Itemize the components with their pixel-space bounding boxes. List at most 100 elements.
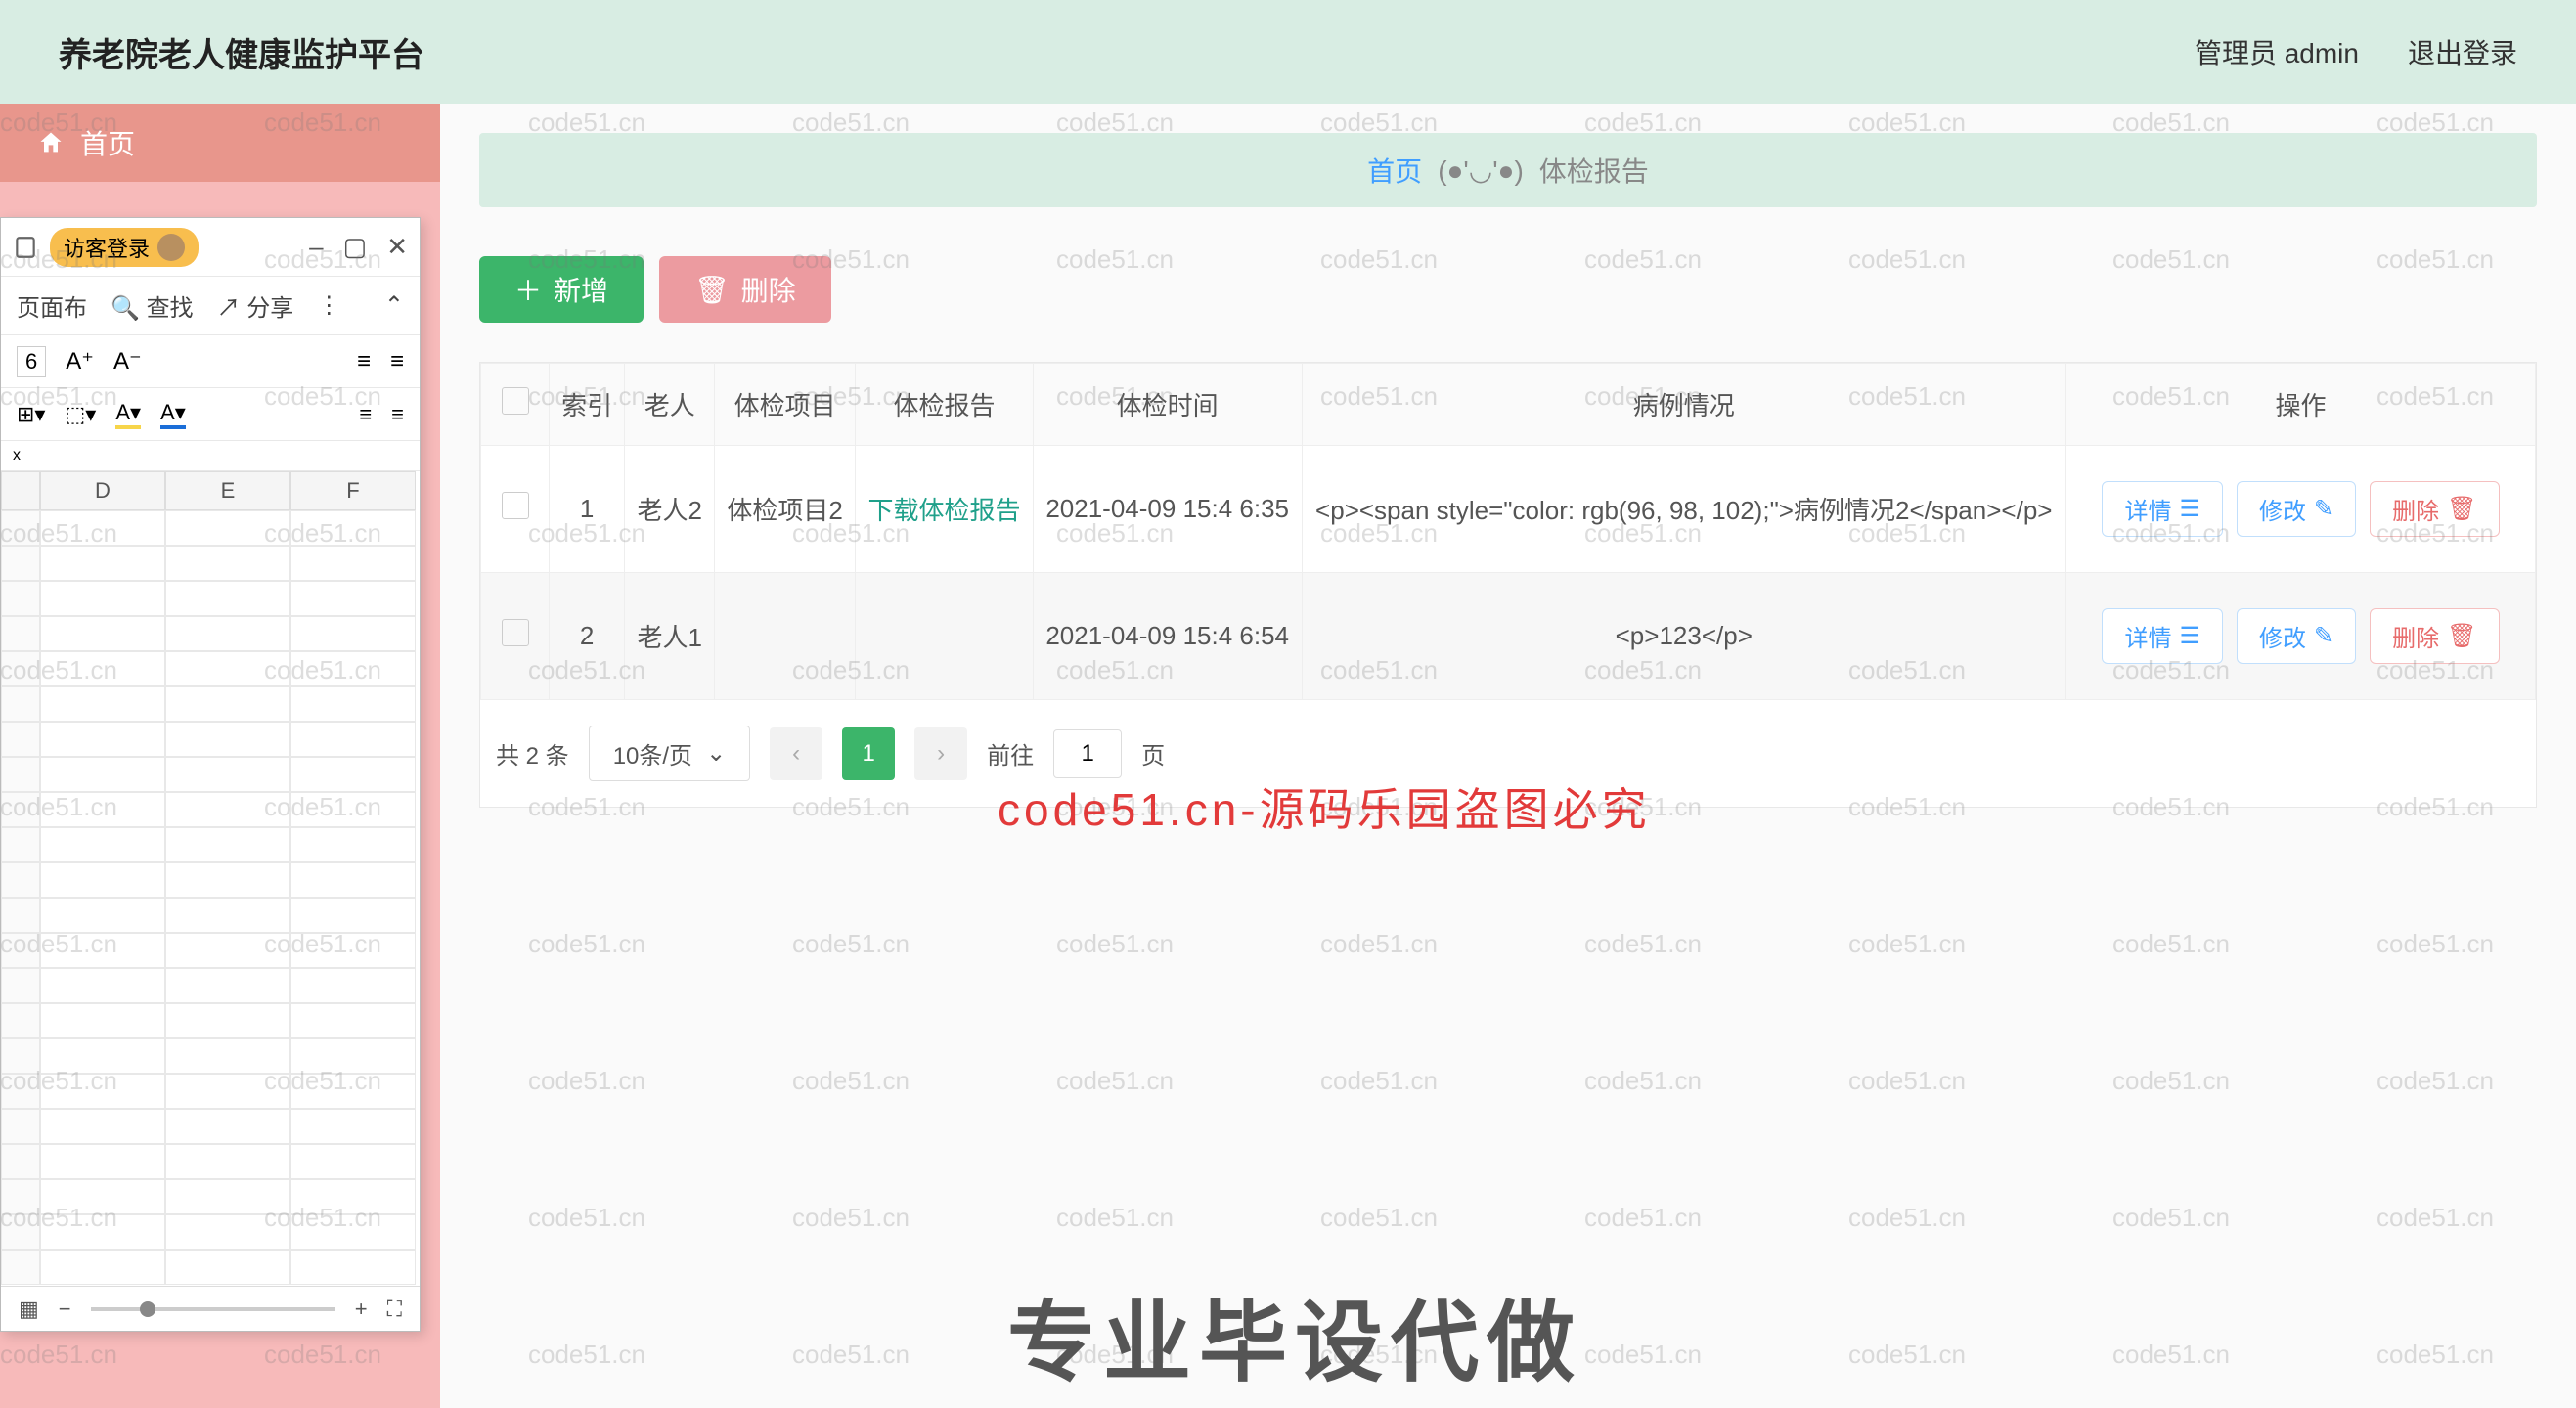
row-header[interactable] [1, 1109, 40, 1144]
detail-button[interactable]: 详情 ☰ [2102, 481, 2223, 537]
sheet-cell[interactable] [40, 1144, 165, 1179]
next-page-button[interactable]: › [914, 727, 967, 780]
row-header[interactable] [1, 651, 40, 686]
sheet-cell[interactable] [290, 1038, 416, 1074]
sheet-cell[interactable] [40, 933, 165, 968]
row-header[interactable] [1, 686, 40, 722]
sheet-cell[interactable] [165, 722, 290, 757]
sheet-cell[interactable] [290, 1074, 416, 1109]
col-header[interactable]: F [290, 471, 416, 510]
sheet-cell[interactable] [40, 898, 165, 933]
close-icon[interactable]: ✕ [386, 232, 408, 262]
sheet-cell[interactable] [165, 1038, 290, 1074]
sheet-cell[interactable] [165, 546, 290, 581]
sheet-cell[interactable] [40, 757, 165, 792]
sheet-cell[interactable] [165, 757, 290, 792]
sheet-cell[interactable] [40, 686, 165, 722]
sheet-cell[interactable] [290, 686, 416, 722]
cell-report[interactable] [856, 573, 1034, 700]
sheet-cell[interactable] [290, 827, 416, 862]
sheet-cell[interactable] [290, 1250, 416, 1285]
minimize-icon[interactable]: – [309, 232, 323, 262]
sheet-cell[interactable] [290, 1179, 416, 1214]
row-header[interactable] [1, 510, 40, 546]
row-header[interactable] [1, 546, 40, 581]
sheet-cell[interactable] [40, 616, 165, 651]
guest-badge[interactable]: 访客登录 [50, 228, 199, 267]
sheet-cell[interactable] [40, 862, 165, 898]
add-button[interactable]: ＋ 新增 [479, 256, 644, 323]
sheet-corner[interactable] [1, 471, 40, 510]
sheet-cell[interactable] [40, 581, 165, 616]
sidebar-item-home[interactable]: 首页 [0, 104, 440, 182]
sheet-cell[interactable] [290, 722, 416, 757]
sheet-cell[interactable] [40, 827, 165, 862]
zoom-out-icon[interactable]: − [59, 1297, 71, 1322]
breadcrumb-home[interactable]: 首页 [1367, 151, 1422, 190]
sheet-cell[interactable] [165, 1003, 290, 1038]
select-all-checkbox[interactable] [502, 387, 529, 415]
sheet-cell[interactable] [165, 862, 290, 898]
maximize-icon[interactable]: ▢ [343, 232, 368, 262]
sheet-cell[interactable] [40, 1038, 165, 1074]
zoom-in-icon[interactable]: + [355, 1297, 368, 1322]
detail-button[interactable]: 详情 ☰ [2102, 608, 2223, 664]
prev-page-button[interactable]: ‹ [770, 727, 822, 780]
border-icon[interactable]: ⊞▾ [17, 402, 45, 427]
sheet-cell[interactable] [290, 1144, 416, 1179]
sheet-cell[interactable] [40, 1109, 165, 1144]
row-header[interactable] [1, 827, 40, 862]
row-header[interactable] [1, 968, 40, 1003]
sheet-cell[interactable] [40, 1074, 165, 1109]
font-increase-icon[interactable]: A⁺ [66, 347, 94, 375]
sheet-cell[interactable] [290, 1003, 416, 1038]
row-header[interactable] [1, 862, 40, 898]
cell-report[interactable]: 下载体检报告 [856, 446, 1034, 573]
row-header[interactable] [1, 1003, 40, 1038]
collapse-icon[interactable]: ⌃ [384, 291, 404, 320]
sheet-cell[interactable] [165, 616, 290, 651]
sheet-cell[interactable] [290, 933, 416, 968]
sheet-cell[interactable] [165, 933, 290, 968]
more-icon[interactable]: ⋮ [317, 291, 340, 320]
page-size-select[interactable]: 10条/页 ⌄ [589, 726, 750, 781]
find-btn[interactable]: 🔍 查找 [111, 288, 194, 323]
sheet-cell[interactable] [165, 1179, 290, 1214]
sheet-cell[interactable] [290, 898, 416, 933]
row-delete-button[interactable]: 删除 🗑 [2370, 608, 2499, 664]
sheet-cell[interactable] [165, 1250, 290, 1285]
fullscreen-icon[interactable]: ⛶ [387, 1297, 402, 1322]
highlight-icon[interactable]: A▾ [115, 400, 141, 429]
row-header[interactable] [1, 1250, 40, 1285]
sheet-cell[interactable] [40, 651, 165, 686]
row-header[interactable] [1, 1179, 40, 1214]
sheet-cell[interactable] [165, 792, 290, 827]
page-number-current[interactable]: 1 [842, 727, 895, 780]
sheet-cell[interactable] [290, 792, 416, 827]
sheet-cell[interactable] [165, 1144, 290, 1179]
row-checkbox[interactable] [502, 492, 529, 519]
sheet-cell[interactable] [165, 1214, 290, 1250]
sheet-cell[interactable] [40, 968, 165, 1003]
font-decrease-icon[interactable]: A⁻ [113, 347, 142, 375]
row-header[interactable] [1, 1038, 40, 1074]
row-header[interactable] [1, 792, 40, 827]
row-header[interactable] [1, 1074, 40, 1109]
logout-link[interactable]: 退出登录 [2408, 32, 2517, 71]
edit-button[interactable]: 修改 ✎ [2237, 481, 2356, 537]
sheet-cell[interactable] [40, 510, 165, 546]
sheet-cell[interactable] [165, 1074, 290, 1109]
sheet-cell[interactable] [290, 757, 416, 792]
edit-button[interactable]: 修改 ✎ [2237, 608, 2356, 664]
sheet-cell[interactable] [40, 722, 165, 757]
row-checkbox[interactable] [502, 619, 529, 646]
sheet-cell[interactable] [165, 581, 290, 616]
admin-label[interactable]: 管理员 admin [2195, 32, 2359, 71]
sheet-cell[interactable] [40, 1179, 165, 1214]
row-header[interactable] [1, 1144, 40, 1179]
align-left-icon[interactable]: ≡ [357, 348, 371, 375]
textcolor-icon[interactable]: A▾ [160, 400, 186, 429]
zoom-slider[interactable] [91, 1307, 335, 1311]
sheet-cell[interactable] [290, 651, 416, 686]
sheet-cell[interactable] [40, 546, 165, 581]
